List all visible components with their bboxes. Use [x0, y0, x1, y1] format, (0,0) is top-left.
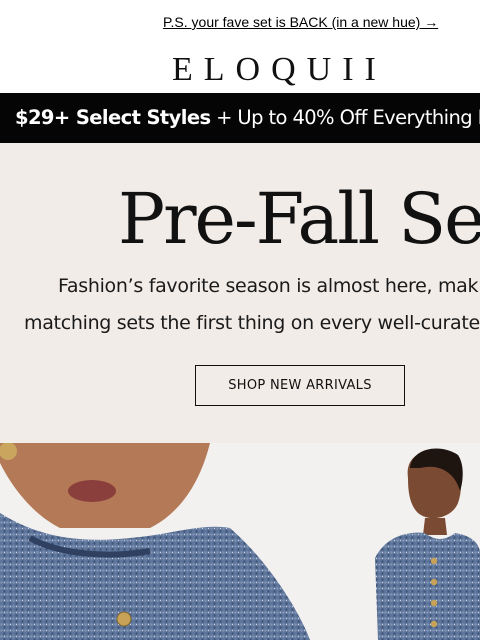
hero-section: Pre-Fall Sets Fashion’s favorite season … [0, 143, 480, 443]
brand-logo[interactable]: ELOQUII [172, 50, 432, 90]
gold-button-icon [430, 620, 438, 628]
right-model-neck [423, 518, 447, 535]
gold-button-icon [430, 599, 438, 607]
right-model-sweater [375, 532, 480, 640]
hero-description-line-1: Fashion’s favorite season is almost here… [58, 275, 480, 297]
hero-description-line-2: matching sets the first thing on every w… [24, 312, 480, 334]
promo-banner[interactable]: $29+ Select Styles + Up to 40% Off Every… [0, 93, 480, 143]
promo-rest-text: + Up to 40% Off Everything Else* [216, 106, 480, 129]
promo-text: $29+ Select Styles + Up to 40% Off Every… [15, 105, 480, 131]
left-model-lips [68, 480, 116, 502]
preheader-link[interactable]: P.S. your fave set is BACK (in a new hue… [163, 14, 438, 30]
gold-button-icon [430, 578, 438, 586]
gold-button-icon [430, 557, 438, 565]
promo-bold-text: $29+ Select Styles [15, 106, 211, 129]
model-photo-illustration [0, 443, 480, 640]
hero-photo[interactable] [0, 443, 480, 640]
left-model-sweater [0, 513, 310, 640]
gold-button-icon [116, 611, 132, 627]
shop-new-arrivals-button[interactable]: SHOP NEW ARRIVALS [195, 365, 405, 406]
preheader: P.S. your fave set is BACK (in a new hue… [0, 0, 480, 46]
hero-title: Pre-Fall Sets [118, 178, 480, 260]
